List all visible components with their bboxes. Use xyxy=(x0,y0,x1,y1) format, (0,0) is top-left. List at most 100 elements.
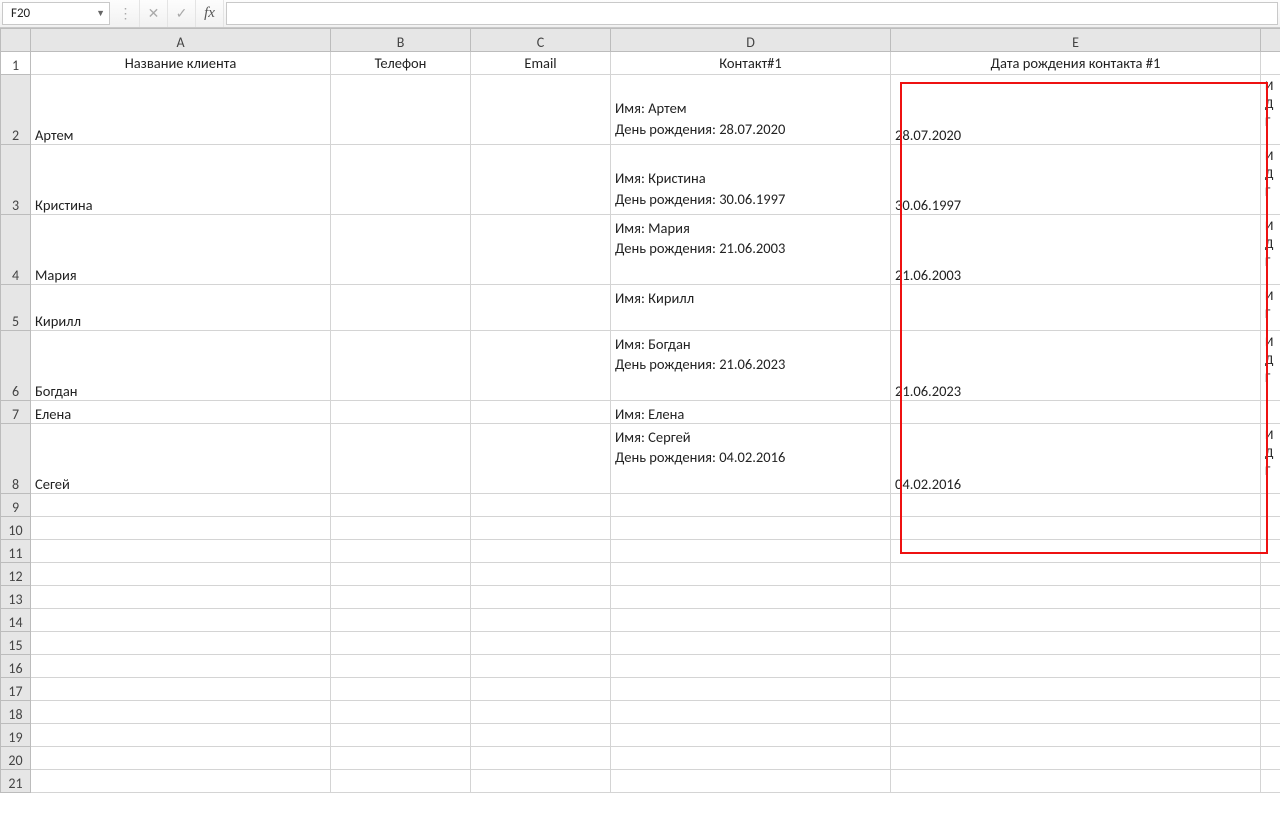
cell[interactable] xyxy=(31,517,331,540)
cell[interactable] xyxy=(1261,747,1280,770)
name-box[interactable]: F20 ▼ xyxy=(2,2,110,25)
cell[interactable] xyxy=(331,724,471,747)
cell[interactable] xyxy=(331,586,471,609)
cell[interactable]: ИДГ xyxy=(1261,75,1280,145)
row-header[interactable]: 5 xyxy=(1,285,31,331)
cell[interactable] xyxy=(31,724,331,747)
cell[interactable] xyxy=(471,586,611,609)
spreadsheet-grid[interactable]: A B C D E 1 Название клиента Телефон Ema… xyxy=(0,28,1280,826)
cell[interactable] xyxy=(891,632,1261,655)
cell[interactable]: ИДГ xyxy=(1261,215,1280,285)
cell[interactable] xyxy=(471,540,611,563)
cell[interactable]: 28.07.2020 xyxy=(891,75,1261,145)
cell[interactable]: Елена xyxy=(31,401,331,424)
cell[interactable] xyxy=(331,563,471,586)
row-header[interactable]: 2 xyxy=(1,75,31,145)
cell[interactable] xyxy=(471,145,611,215)
row-header[interactable]: 10 xyxy=(1,517,31,540)
cell[interactable] xyxy=(471,75,611,145)
header-cell[interactable]: Название клиента xyxy=(31,52,331,75)
cell[interactable] xyxy=(891,747,1261,770)
cell[interactable] xyxy=(471,215,611,285)
confirm-button[interactable]: ✓ xyxy=(168,0,196,27)
cell[interactable]: Имя: Артем День рождения: 28.07.2020 xyxy=(611,75,891,145)
expand-handle-icon[interactable]: ⋮ xyxy=(112,0,140,27)
cell[interactable] xyxy=(471,655,611,678)
cell[interactable] xyxy=(611,517,891,540)
cell[interactable] xyxy=(31,701,331,724)
cell[interactable] xyxy=(331,424,471,494)
row-header[interactable]: 14 xyxy=(1,609,31,632)
cell[interactable] xyxy=(471,632,611,655)
cell[interactable] xyxy=(1261,52,1280,75)
cell[interactable]: ИДГ xyxy=(1261,424,1280,494)
cell[interactable]: ИГ xyxy=(1261,285,1280,331)
cell[interactable] xyxy=(471,424,611,494)
cell[interactable] xyxy=(1261,586,1280,609)
row-header[interactable]: 4 xyxy=(1,215,31,285)
cell[interactable] xyxy=(891,655,1261,678)
cell[interactable] xyxy=(611,586,891,609)
header-cell[interactable]: Дата рождения контакта #1 xyxy=(891,52,1261,75)
cell[interactable]: Имя: Сергей День рождения: 04.02.2016 xyxy=(611,424,891,494)
cell[interactable] xyxy=(331,540,471,563)
col-header-f[interactable] xyxy=(1261,29,1280,52)
cell[interactable]: Кирилл xyxy=(31,285,331,331)
cell[interactable] xyxy=(611,655,891,678)
cell[interactable]: Имя: Кирилл xyxy=(611,285,891,331)
row-header[interactable]: 17 xyxy=(1,678,31,701)
row-header[interactable]: 11 xyxy=(1,540,31,563)
cell[interactable] xyxy=(611,540,891,563)
cell[interactable]: 04.02.2016 xyxy=(891,424,1261,494)
row-header[interactable]: 7 xyxy=(1,401,31,424)
cell[interactable] xyxy=(611,701,891,724)
cell[interactable] xyxy=(611,563,891,586)
cell[interactable]: 21.06.2023 xyxy=(891,331,1261,401)
chevron-down-icon[interactable]: ▼ xyxy=(96,8,105,19)
cell[interactable] xyxy=(471,701,611,724)
cell[interactable] xyxy=(1261,563,1280,586)
cell[interactable]: 21.06.2003 xyxy=(891,215,1261,285)
cell[interactable]: ИДГ xyxy=(1261,331,1280,401)
row-header[interactable]: 6 xyxy=(1,331,31,401)
cell[interactable]: 30.06.1997 xyxy=(891,145,1261,215)
cell[interactable] xyxy=(611,494,891,517)
cell[interactable] xyxy=(31,540,331,563)
row-header[interactable]: 21 xyxy=(1,770,31,793)
cell[interactable] xyxy=(471,331,611,401)
cell[interactable] xyxy=(891,517,1261,540)
cell[interactable] xyxy=(891,609,1261,632)
cell[interactable] xyxy=(891,285,1261,331)
cell[interactable] xyxy=(31,770,331,793)
cell[interactable] xyxy=(471,517,611,540)
cell[interactable] xyxy=(891,540,1261,563)
cell[interactable]: Артем xyxy=(31,75,331,145)
cell[interactable] xyxy=(1261,724,1280,747)
col-header-d[interactable]: D xyxy=(611,29,891,52)
cell[interactable] xyxy=(331,145,471,215)
cell[interactable]: Имя: Елена xyxy=(611,401,891,424)
row-header[interactable]: 16 xyxy=(1,655,31,678)
cell[interactable] xyxy=(611,609,891,632)
cell[interactable] xyxy=(331,701,471,724)
col-header-b[interactable]: B xyxy=(331,29,471,52)
cell[interactable] xyxy=(31,494,331,517)
row-header[interactable]: 20 xyxy=(1,747,31,770)
cell[interactable]: Мария xyxy=(31,215,331,285)
fx-icon[interactable]: fx xyxy=(196,0,224,27)
cell[interactable] xyxy=(331,770,471,793)
cell[interactable] xyxy=(331,215,471,285)
row-header[interactable]: 3 xyxy=(1,145,31,215)
cell[interactable] xyxy=(611,724,891,747)
cell[interactable] xyxy=(31,563,331,586)
cell[interactable] xyxy=(331,609,471,632)
cell[interactable]: ИДГ xyxy=(1261,145,1280,215)
cell[interactable] xyxy=(471,494,611,517)
cell[interactable] xyxy=(471,678,611,701)
cell[interactable] xyxy=(471,770,611,793)
cell[interactable] xyxy=(1261,494,1280,517)
cell[interactable]: Богдан xyxy=(31,331,331,401)
cell[interactable] xyxy=(331,747,471,770)
cell[interactable] xyxy=(891,586,1261,609)
header-cell[interactable]: Email xyxy=(471,52,611,75)
